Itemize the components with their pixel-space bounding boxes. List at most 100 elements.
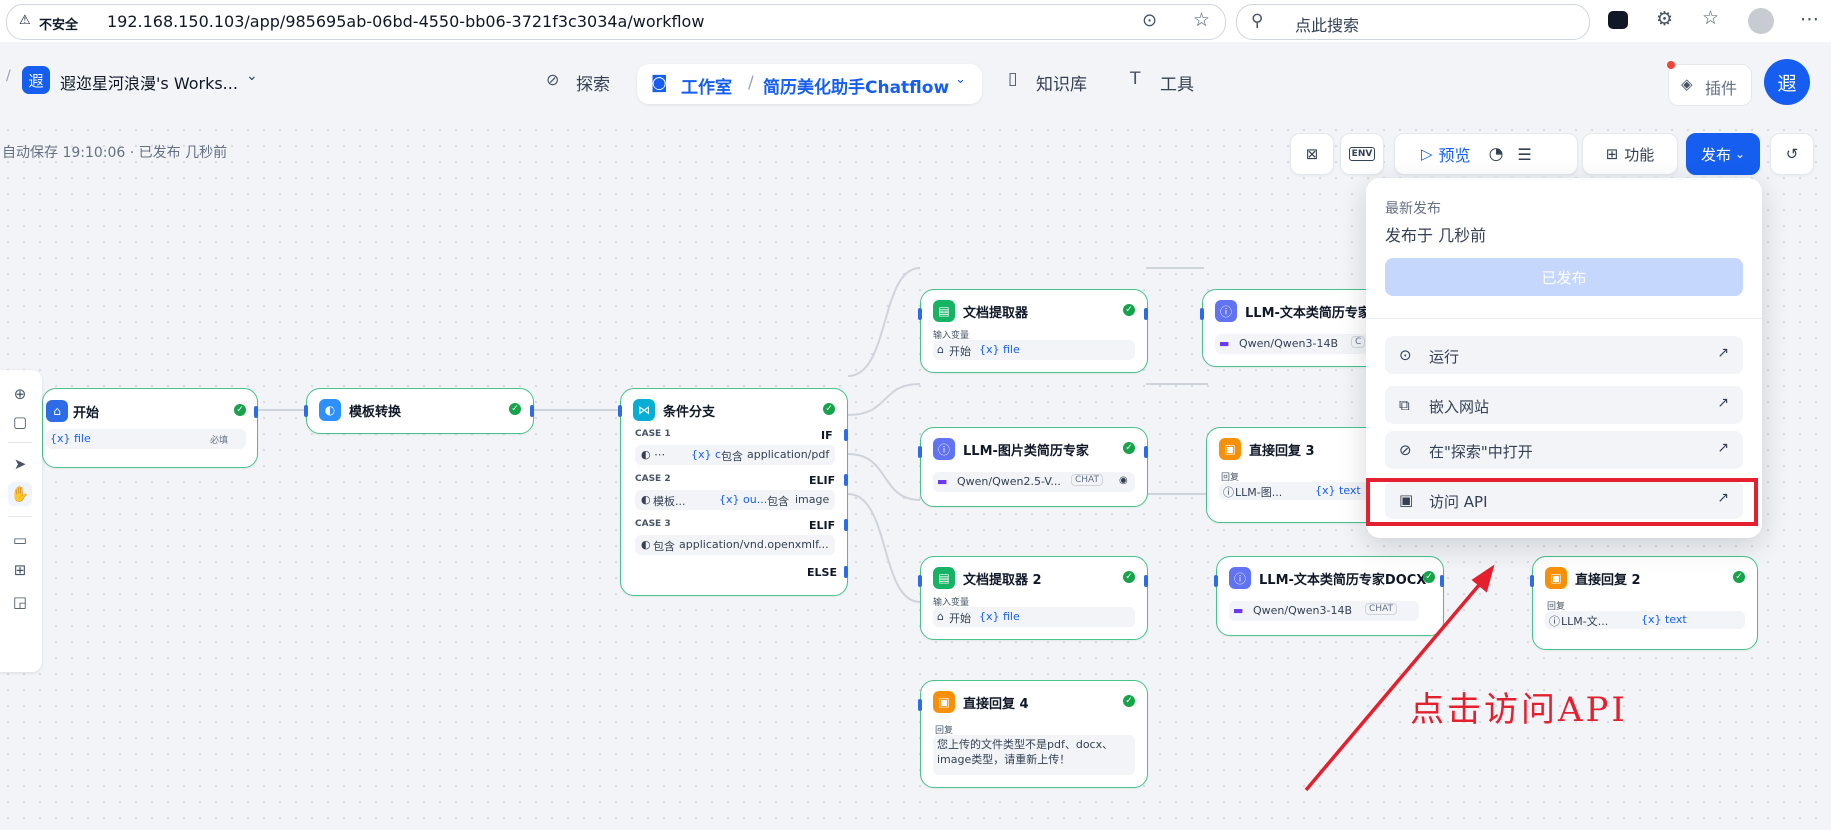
divider bbox=[8, 442, 32, 443]
node-title: 开始 bbox=[73, 406, 100, 421]
canvas-tools: ⊕ ▢ ➤ ✋ ▭ ⊞ ◲ bbox=[0, 370, 42, 672]
plugins-button[interactable]: ◈ 插件 bbox=[1667, 61, 1752, 106]
check-icon: ✓ bbox=[234, 404, 246, 416]
favorite-star-icon[interactable]: ☆ bbox=[1193, 9, 1210, 31]
export-image-icon[interactable]: ▭ bbox=[8, 528, 32, 552]
node-title: 文档提取器 bbox=[963, 306, 1029, 321]
node-handle[interactable] bbox=[618, 405, 622, 417]
nav-explore[interactable]: 探索 bbox=[576, 70, 610, 95]
home-icon: ⌂ bbox=[937, 343, 944, 356]
node-handle[interactable] bbox=[1214, 575, 1218, 587]
reply-icon: ▣ bbox=[1219, 438, 1241, 460]
node-answer-4[interactable]: ▣ 直接回复 4 ✓ 回复 您上传的文件类型不是pdf、docx、image类型… bbox=[918, 680, 1148, 788]
workspace-avatar[interactable]: 遐 bbox=[22, 66, 50, 94]
warning-icon: ⚠ bbox=[19, 13, 31, 28]
address-bar[interactable]: ⚠ 不安全 192.168.150.103/app/985695ab-06bd-… bbox=[6, 4, 1226, 40]
nav-knowledge[interactable]: 知识库 bbox=[1036, 70, 1087, 95]
node-handle[interactable] bbox=[844, 474, 848, 486]
case-label: CASE 3 bbox=[635, 519, 671, 529]
hand-icon[interactable]: ✋ bbox=[8, 482, 32, 506]
node-llm-image[interactable]: ⓘ LLM-图片类简历专家 ✓ ▬ Qwen/Qwen2.5-V... CHAT… bbox=[918, 427, 1148, 507]
publish-time: 发布于 几秒前 bbox=[1385, 226, 1487, 245]
home-icon: ⌂ bbox=[46, 400, 68, 422]
add-node-icon[interactable]: ⊕ bbox=[8, 382, 32, 406]
menu-label: 运行 bbox=[1429, 348, 1460, 366]
profile-icon[interactable] bbox=[1748, 8, 1774, 34]
nav-studio-group[interactable]: ◙ 工作室 / 简历美化助手Chatflow ⌄ bbox=[637, 64, 982, 104]
check-icon: ✓ bbox=[1123, 695, 1135, 707]
llm-icon: ⓘ bbox=[1229, 567, 1251, 589]
llm-icon: ⓘ bbox=[1549, 615, 1560, 628]
tools-icon: T bbox=[1130, 69, 1141, 89]
organize-nodes-icon[interactable]: ⊞ bbox=[8, 558, 32, 582]
var-name: {x} file bbox=[979, 343, 1020, 356]
node-doc-extractor-2[interactable]: ▤ 文档提取器 2 ✓ 输入变量 ⌂ 开始 {x} file bbox=[918, 556, 1148, 640]
node-handle[interactable] bbox=[918, 699, 922, 711]
extension-icon[interactable] bbox=[1608, 11, 1628, 29]
minimap-icon[interactable]: ◲ bbox=[8, 590, 32, 614]
check-icon: ✓ bbox=[1123, 442, 1135, 454]
divider bbox=[1366, 318, 1762, 319]
chevron-down-icon[interactable]: ⌄ bbox=[246, 68, 258, 84]
node-handle[interactable] bbox=[1200, 308, 1204, 320]
user-avatar[interactable]: 遐 bbox=[1764, 59, 1810, 105]
node-handle[interactable] bbox=[1144, 446, 1148, 458]
notification-dot bbox=[1667, 61, 1675, 69]
case-label: CASE 1 bbox=[635, 429, 671, 439]
add-note-icon[interactable]: ▢ bbox=[8, 410, 32, 434]
condition-op: 包含 bbox=[721, 450, 743, 463]
node-handle[interactable] bbox=[1144, 575, 1148, 587]
nav-tools[interactable]: 工具 bbox=[1160, 70, 1194, 95]
reader-icon[interactable]: ⊙ bbox=[1142, 10, 1157, 31]
node-handle[interactable] bbox=[304, 405, 308, 417]
menu-run[interactable]: ⊙ 运行 ↗ bbox=[1385, 336, 1743, 374]
puzzle-icon[interactable]: ⚙ bbox=[1656, 8, 1673, 30]
input-var-row: ⌂ 开始 {x} file bbox=[933, 607, 1135, 627]
node-doc-extractor[interactable]: ▤ 文档提取器 ✓ 输入变量 ⌂ 开始 {x} file bbox=[918, 289, 1148, 373]
edge-else-reply4 bbox=[847, 493, 921, 603]
var-source: 开始 bbox=[949, 612, 971, 625]
breadcrumb-separator: / bbox=[6, 68, 11, 84]
chevron-down-icon[interactable]: ⌄ bbox=[955, 72, 966, 87]
node-handle[interactable] bbox=[918, 446, 922, 458]
url-text[interactable]: 192.168.150.103/app/985695ab-06bd-4550-b… bbox=[107, 12, 704, 31]
var-name: {x} text bbox=[1315, 484, 1361, 497]
node-handle[interactable] bbox=[1144, 308, 1148, 320]
node-if-else[interactable]: ⋈ 条件分支 ✓ CASE 1 IF ◐ ⋯ {x} c 包含 applicat… bbox=[618, 388, 848, 596]
node-template-transform[interactable]: ◐ 模板转换 ✓ bbox=[304, 388, 534, 434]
pointer-icon[interactable]: ➤ bbox=[8, 452, 32, 476]
node-handle[interactable] bbox=[918, 575, 922, 587]
check-icon: ✓ bbox=[1123, 304, 1135, 316]
document-icon: ▤ bbox=[933, 567, 955, 589]
cube-icon: ◈ bbox=[1681, 75, 1693, 93]
node-handle[interactable] bbox=[918, 308, 922, 320]
node-start[interactable]: ⌂ 开始 ✓ {x} file 必填 bbox=[42, 388, 258, 468]
robot-icon: ◙ bbox=[651, 73, 668, 93]
condition-source: 模板... bbox=[653, 495, 686, 508]
more-menu-icon[interactable]: ⋯ bbox=[1800, 8, 1819, 30]
menu-label: 嵌入网站 bbox=[1429, 398, 1490, 416]
nav-studio[interactable]: 工作室 bbox=[681, 73, 732, 98]
workspace-name[interactable]: 遐迩星河浪漫's Works... bbox=[60, 70, 238, 94]
node-handle[interactable] bbox=[1530, 575, 1534, 587]
case-kind: ELIF bbox=[809, 474, 836, 487]
node-handle[interactable] bbox=[254, 406, 258, 418]
edge-case3-extractor2 bbox=[847, 453, 921, 501]
node-title: LLM-图片类简历专家 bbox=[963, 444, 1089, 459]
favorites-icon[interactable]: ☆ bbox=[1702, 7, 1719, 29]
browser-search-box[interactable]: ⚲ 点此搜索 bbox=[1236, 4, 1590, 40]
browser-chrome: ⚠ 不安全 192.168.150.103/app/985695ab-06bd-… bbox=[0, 0, 1831, 43]
model-name: Qwen/Qwen2.5-V... bbox=[957, 475, 1061, 488]
menu-embed[interactable]: ⧉ 嵌入网站 ↗ bbox=[1385, 386, 1743, 424]
node-handle[interactable] bbox=[844, 519, 848, 531]
required-label: 必填 bbox=[210, 436, 229, 446]
app-name[interactable]: 简历美化助手Chatflow bbox=[763, 73, 949, 98]
published-button[interactable]: 已发布 bbox=[1385, 258, 1743, 296]
node-handle[interactable] bbox=[530, 405, 534, 417]
menu-open-in-explore[interactable]: ⊘ 在"探索"中打开 ↗ bbox=[1385, 431, 1743, 469]
annotation-arrow bbox=[1304, 564, 1495, 792]
model-icon: ▬ bbox=[937, 475, 948, 488]
node-answer-2[interactable]: ▣ 直接回复 2 ✓ 回复 ⓘ LLM-文... {x} text bbox=[1530, 556, 1758, 650]
node-handle[interactable] bbox=[844, 429, 848, 441]
node-handle[interactable] bbox=[844, 566, 848, 578]
